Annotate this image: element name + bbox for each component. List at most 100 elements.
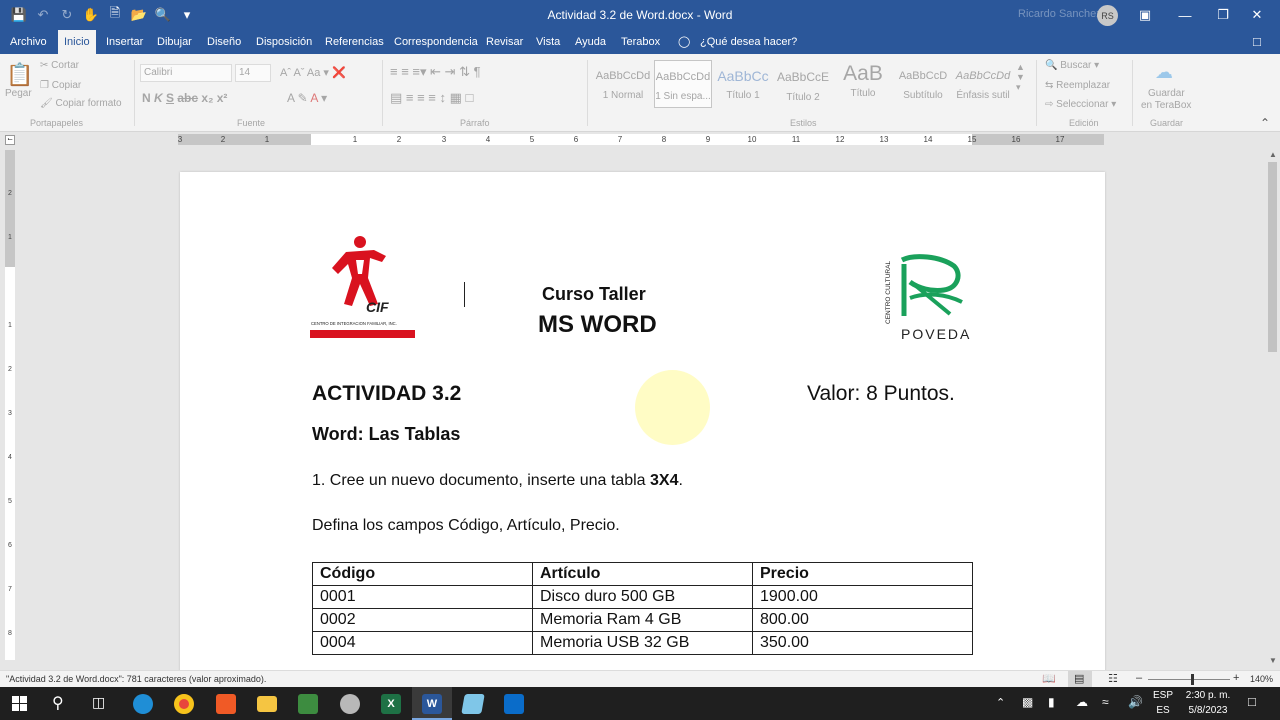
table-cell[interactable]: 0002 (312, 608, 533, 632)
horizontal-ruler[interactable]: 3 2 1 1 2 3 4 5 6 7 8 9 10 11 12 13 14 1… (178, 134, 1104, 145)
table-cell[interactable]: 350.00 (752, 631, 973, 655)
table-cell[interactable]: 1900.00 (752, 585, 973, 609)
zoom-level[interactable]: 140% (1250, 674, 1273, 684)
font-size-buttons[interactable]: Aˆ Aˇ Aa ▾ ❌ (280, 66, 346, 79)
tab-selector-icon[interactable]: ⌙ (5, 135, 15, 145)
tab-inicio[interactable]: Inicio (58, 30, 96, 54)
word-count-status[interactable]: "Actividad 3.2 de Word.docx": 781 caract… (6, 674, 266, 684)
group-label-editing: Edición (1069, 118, 1099, 128)
excel-icon[interactable]: X (381, 694, 401, 714)
font-format-buttons[interactable]: N K S abc x₂ x² (142, 91, 227, 105)
game-app-icon[interactable] (298, 694, 318, 714)
style-normal[interactable]: AaBbCcDd 1 Normal (594, 60, 652, 108)
vertical-scrollbar[interactable]: ▲ ▼ (1266, 150, 1280, 668)
clock-date[interactable]: 5/8/2023 (1180, 705, 1236, 716)
table-cell[interactable]: 800.00 (752, 608, 973, 632)
style-title[interactable]: AaB Título (834, 60, 892, 108)
notifications-icon[interactable]: □ (1248, 694, 1256, 709)
zoom-slider[interactable] (1148, 679, 1230, 680)
document-table[interactable]: Código Artículo Precio 0001 Disco duro 5… (312, 562, 973, 655)
battery-icon[interactable]: ▮ (1048, 695, 1055, 709)
tab-disposicion[interactable]: Disposición (256, 30, 312, 54)
style-subtle-emphasis[interactable]: AaBbCcDd Énfasis sutil (954, 60, 1012, 108)
task-view-icon[interactable]: ◫ (92, 694, 105, 711)
save-terabox-label-2[interactable]: en TeraBox (1141, 100, 1191, 111)
ruler-number: 1 (264, 135, 270, 144)
search-icon[interactable]: ⚲ (52, 693, 64, 713)
table-header-cell[interactable]: Código (312, 562, 533, 586)
style-subtitle[interactable]: AaBbCcD Subtítulo (894, 60, 952, 108)
show-hidden-icons[interactable]: ⌃ (996, 696, 1005, 709)
table-header-cell[interactable]: Precio (752, 562, 973, 586)
collapse-ribbon-icon[interactable]: ⌃ (1260, 116, 1270, 130)
cut-button[interactable]: ✂ Cortar (40, 60, 79, 71)
tab-correspondencia[interactable]: Correspondencia (394, 30, 478, 54)
table-header-cell[interactable]: Artículo (532, 562, 753, 586)
styles-scroll-icon[interactable]: ▲ ▼ ▾ (1016, 62, 1025, 93)
tab-diseno[interactable]: Diseño (207, 30, 241, 54)
replace-button[interactable]: ⇆ Reemplazar (1045, 80, 1110, 91)
tab-archivo[interactable]: Archivo (10, 30, 47, 54)
paste-button[interactable]: Pegar (5, 88, 32, 99)
table-cell[interactable]: Disco duro 500 GB (532, 585, 753, 609)
paste-icon[interactable]: 📋 (6, 62, 33, 88)
chrome-icon[interactable] (174, 694, 194, 714)
tab-revisar[interactable]: Revisar (486, 30, 523, 54)
avatar[interactable]: RS (1097, 5, 1118, 26)
scroll-down-icon[interactable]: ▼ (1269, 656, 1277, 665)
language-indicator-2[interactable]: ES (1150, 705, 1176, 716)
zoom-out-icon[interactable]: – (1136, 672, 1142, 684)
scrollbar-thumb[interactable] (1268, 162, 1277, 352)
photos-app-icon[interactable] (504, 694, 524, 714)
file-explorer-icon[interactable] (257, 696, 277, 712)
notes-app-icon[interactable] (461, 694, 485, 714)
read-mode-icon[interactable]: 📖 (1042, 672, 1056, 685)
cloud-icon[interactable]: ☁ (1155, 62, 1173, 83)
style-heading-2[interactable]: AaBbCcE Título 2 (774, 60, 832, 108)
save-terabox-label-1[interactable]: Guardar (1148, 88, 1185, 99)
tab-insertar[interactable]: Insertar (106, 30, 143, 54)
windows-start-icon[interactable] (12, 696, 28, 712)
zoom-slider-handle[interactable] (1191, 674, 1194, 685)
tab-referencias[interactable]: Referencias (325, 30, 384, 54)
user-name[interactable]: Ricardo Sanchez (1018, 8, 1102, 20)
wifi-icon[interactable]: ≈ (1102, 695, 1109, 709)
tab-terabox[interactable]: Terabox (621, 30, 660, 54)
style-no-spacing[interactable]: AaBbCcDd 1 Sin espa... (654, 60, 712, 108)
language-indicator-1[interactable]: ESP (1150, 690, 1176, 701)
font-color-buttons[interactable]: A ✎ A ▾ (287, 91, 327, 105)
tell-me-search[interactable]: ¿Qué desea hacer? (700, 30, 797, 54)
comments-icon[interactable]: □ (1253, 30, 1261, 54)
style-name: Énfasis sutil (956, 90, 1010, 101)
find-button[interactable]: 🔍 Buscar ▾ (1045, 60, 1099, 71)
edge-icon[interactable] (133, 694, 153, 714)
table-cell[interactable]: Memoria Ram 4 GB (532, 608, 753, 632)
style-name: Título (850, 88, 876, 99)
scroll-up-icon[interactable]: ▲ (1269, 150, 1277, 159)
style-heading-1[interactable]: AaBbCc Título 1 (714, 60, 772, 108)
replace-label: Reemplazar (1056, 80, 1111, 91)
device-icon[interactable]: ▩ (1022, 695, 1033, 709)
app-icon[interactable] (340, 694, 360, 714)
web-layout-icon[interactable]: ☷ (1108, 672, 1118, 685)
tab-dibujar[interactable]: Dibujar (157, 30, 192, 54)
onedrive-icon[interactable]: ☁ (1076, 695, 1088, 709)
vertical-ruler[interactable]: 2 1 1 2 3 4 5 6 7 8 (5, 150, 15, 660)
copy-button[interactable]: ❐ Copiar (40, 80, 81, 91)
clock-time[interactable]: 2:30 p. m. (1180, 690, 1236, 701)
volume-icon[interactable]: 🔊 (1128, 695, 1143, 709)
format-painter-button[interactable]: 🖌 Copiar formato (40, 98, 122, 109)
tab-vista[interactable]: Vista (536, 30, 560, 54)
close-button[interactable]: ✕ (1234, 0, 1280, 30)
table-cell[interactable]: Memoria USB 32 GB (532, 631, 753, 655)
font-size-select[interactable]: 14 (235, 64, 271, 82)
zoom-in-icon[interactable]: + (1233, 672, 1239, 684)
font-name-select[interactable]: Calibri (140, 64, 232, 82)
tab-ayuda[interactable]: Ayuda (575, 30, 606, 54)
table-cell[interactable]: 0001 (312, 585, 533, 609)
list-buttons[interactable]: ≡ ≡ ≡▾ ⇤ ⇥ ⇅ ¶ (390, 64, 481, 80)
select-button[interactable]: ⇨ Seleccionar ▾ (1045, 99, 1116, 110)
align-buttons[interactable]: ▤ ≡ ≡ ≡ ↕ ▦ □ (390, 90, 473, 106)
table-cell[interactable]: 0004 (312, 631, 533, 655)
brave-icon[interactable] (216, 694, 236, 714)
